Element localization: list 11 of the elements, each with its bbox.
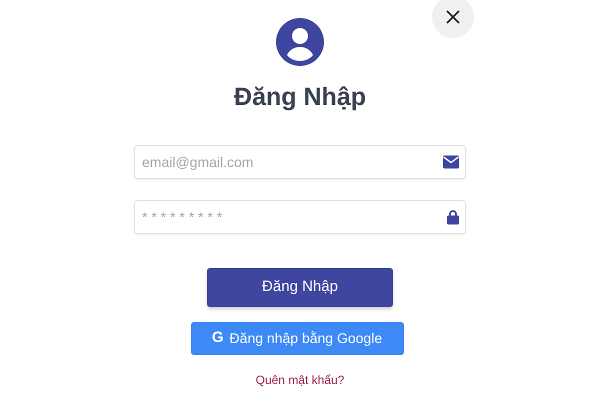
close-icon (446, 10, 460, 24)
forgot-password-link[interactable]: Quên mật khẩu? (256, 371, 344, 389)
email-field[interactable]: email@gmail.com (134, 145, 466, 179)
login-title: Đăng Nhập (234, 82, 366, 112)
close-button[interactable] (432, 0, 474, 38)
google-icon: G (212, 327, 224, 350)
lock-icon (447, 210, 459, 224)
login-button[interactable]: Đăng Nhập (207, 268, 393, 307)
user-avatar-icon (276, 18, 324, 66)
envelope-icon (443, 156, 459, 168)
password-field[interactable]: * * * * * * * * * (134, 200, 466, 234)
